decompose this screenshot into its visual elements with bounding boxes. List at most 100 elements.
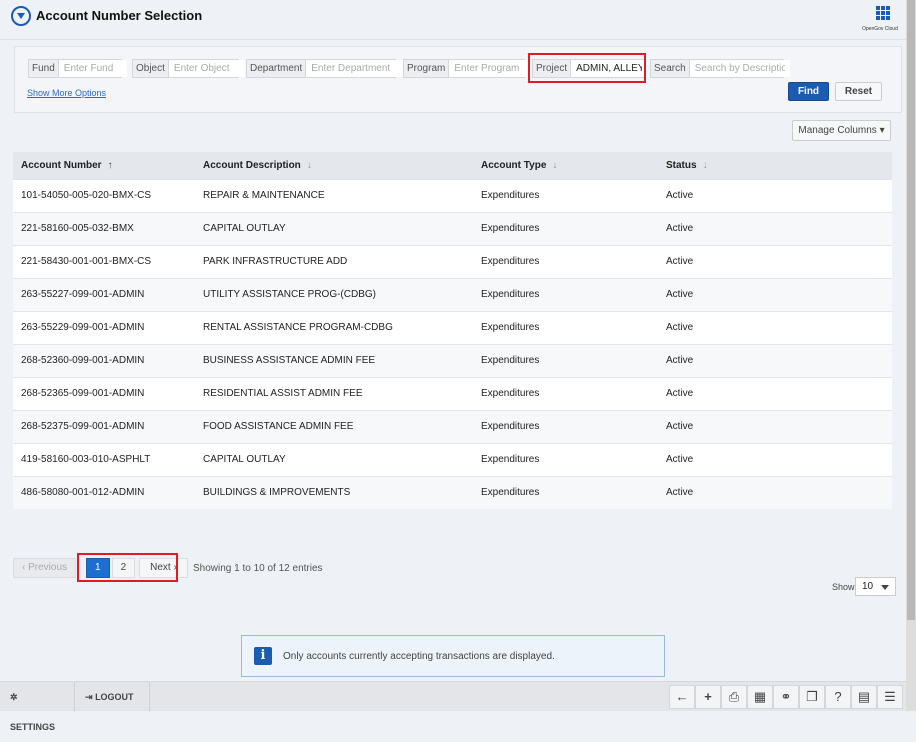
table-row[interactable]: 268-52375-099-001-ADMIN FOOD ASSISTANCE A… [13,409,892,443]
page-size-select[interactable]: 10 [855,577,896,596]
account-number-cell: 419-58160-003-010-ASPHLT [13,442,195,476]
account-type-cell: Expenditures [473,211,658,245]
logout-icon: ⇥ [85,692,93,702]
search-input[interactable] [689,60,790,77]
filter-panel: Fund Object Department Program Project S… [14,46,902,113]
scrollbar-thumb[interactable] [907,0,915,620]
apps-grid-icon[interactable] [876,6,890,20]
account-description-cell: RENTAL ASSISTANCE PROGRAM-CDBG [195,310,473,344]
search-label: Search [651,60,690,77]
program-filter: Program [403,59,532,78]
column-account-number[interactable]: Account Number ↑ [13,152,195,179]
caret-down-icon: ▾ [879,125,885,136]
brand-label: OpenGov Cloud [862,26,898,32]
status-cell: Active [658,277,892,311]
table-row[interactable]: 221-58430-001-001-BMX-CS PARK INFRASTRUCT… [13,244,892,278]
print-icon[interactable]: ⎙ [721,685,747,709]
entries-summary: Showing 1 to 10 of 12 entries [193,563,323,574]
table-row[interactable]: 268-52365-099-001-ADMIN RESIDENTIAL ASSIS… [13,376,892,410]
account-type-cell: Expenditures [473,310,658,344]
status-cell: Active [658,409,892,443]
sort-icon: ↓ [306,159,312,171]
account-description-cell: RESIDENTIAL ASSIST ADMIN FEE [195,376,473,410]
account-type-cell: Expenditures [473,178,658,212]
help-icon[interactable]: ? [825,685,851,709]
account-description-cell: BUSINESS ASSISTANCE ADMIN FEE [195,343,473,377]
account-number-cell: 263-55227-099-001-ADMIN [13,277,195,311]
add-icon[interactable]: + [695,685,721,709]
status-cell: Active [658,310,892,344]
table-row[interactable]: 268-52360-099-001-ADMIN BUSINESS ASSISTAN… [13,343,892,377]
gear-icon: ✲ [10,692,18,702]
program-input[interactable] [449,60,532,77]
account-number-cell: 486-58080-001-012-ADMIN [13,475,195,509]
column-account-type[interactable]: Account Type ↓ [473,152,658,179]
account-type-cell: Expenditures [473,277,658,311]
manage-columns-button[interactable]: Manage Columns ▾ [792,120,891,141]
tree-icon[interactable]: ☰ [877,685,903,709]
account-number-cell: 268-52365-099-001-ADMIN [13,376,195,410]
account-description-cell: REPAIR & MAINTENANCE [195,178,473,212]
department-filter: Department [246,59,405,78]
account-number-cell: 221-58430-001-001-BMX-CS [13,244,195,278]
table-row[interactable]: 419-58160-003-010-ASPHLT CAPITAL OUTLAY Ex… [13,442,892,476]
account-description-cell: CAPITAL OUTLAY [195,211,473,245]
show-label: Show [832,582,855,592]
program-label: Program [404,60,450,77]
status-cell: Active [658,211,892,245]
footer-bar: ✲ SETTINGS ⇥ LOGOUT ← + ⎙ ▦ ⚭ ❐ ? ▤ ☰ [0,681,906,732]
account-type-cell: Expenditures [473,244,658,278]
department-label: Department [247,60,307,77]
account-type-cell: Expenditures [473,409,658,443]
column-status[interactable]: Status ↓ [658,152,892,179]
show-more-options-link[interactable]: Show More Options [27,88,106,98]
fund-label: Fund [29,60,59,77]
highlight-box-pagination [77,553,178,582]
table-row[interactable]: 263-55227-099-001-ADMIN UTILITY ASSISTANC… [13,277,892,311]
account-type-cell: Expenditures [473,343,658,377]
previous-button[interactable]: ‹ Previous [13,558,77,578]
column-account-description[interactable]: Account Description ↓ [195,152,473,179]
logout-button[interactable]: ⇥ LOGOUT [75,682,150,712]
account-number-cell: 268-52375-099-001-ADMIN [13,409,195,443]
highlight-box-project [528,53,646,83]
object-input[interactable] [168,60,245,77]
back-icon[interactable]: ← [669,685,695,709]
windows-icon[interactable]: ❐ [799,685,825,709]
accounts-table: Account Number ↑ Account Description ↓ Acc… [13,152,892,509]
department-input[interactable] [306,60,405,77]
settings-button[interactable]: ✲ SETTINGS [0,682,75,732]
calendar-icon[interactable]: ▤ [851,685,877,709]
account-number-cell: 263-55229-099-001-ADMIN [13,310,195,344]
account-description-cell: CAPITAL OUTLAY [195,442,473,476]
account-type-cell: Expenditures [473,442,658,476]
sort-asc-icon: ↑ [107,159,113,171]
reset-button[interactable]: Reset [835,82,882,101]
account-number-cell: 221-58160-005-032-BMX [13,211,195,245]
fund-filter: Fund [28,59,127,78]
account-number-cell: 101-54050-005-020-BMX-CS [13,178,195,212]
status-cell: Active [658,376,892,410]
status-cell: Active [658,244,892,278]
status-cell: Active [658,475,892,509]
fund-input[interactable] [58,60,127,77]
table-row[interactable]: 263-55229-099-001-ADMIN RENTAL ASSISTANCE… [13,310,892,344]
object-label: Object [133,60,169,77]
calculator-icon[interactable]: ▦ [747,685,773,709]
status-cell: Active [658,442,892,476]
manage-columns-label: Manage Columns [798,125,877,136]
table-row[interactable]: 221-58160-005-032-BMX CAPITAL OUTLAY Expen… [13,211,892,245]
info-banner: i Only accounts currently accepting tran… [241,635,665,677]
binoculars-icon[interactable]: ⚭ [773,685,799,709]
page-title: Account Number Selection [36,8,203,23]
table-row[interactable]: 101-54050-005-020-BMX-CS REPAIR & MAINTEN… [13,178,892,212]
table-row[interactable]: 486-58080-001-012-ADMIN BUILDINGS & IMPRO… [13,475,892,509]
find-button[interactable]: Find [788,82,829,101]
account-type-cell: Expenditures [473,376,658,410]
account-type-cell: Expenditures [473,475,658,509]
account-description-cell: UTILITY ASSISTANCE PROG-(CDBG) [195,277,473,311]
object-filter: Object [132,59,245,78]
info-icon: i [254,647,272,665]
filter-logo-icon [11,6,31,26]
header: Account Number Selection OpenGov Cloud [0,0,906,40]
